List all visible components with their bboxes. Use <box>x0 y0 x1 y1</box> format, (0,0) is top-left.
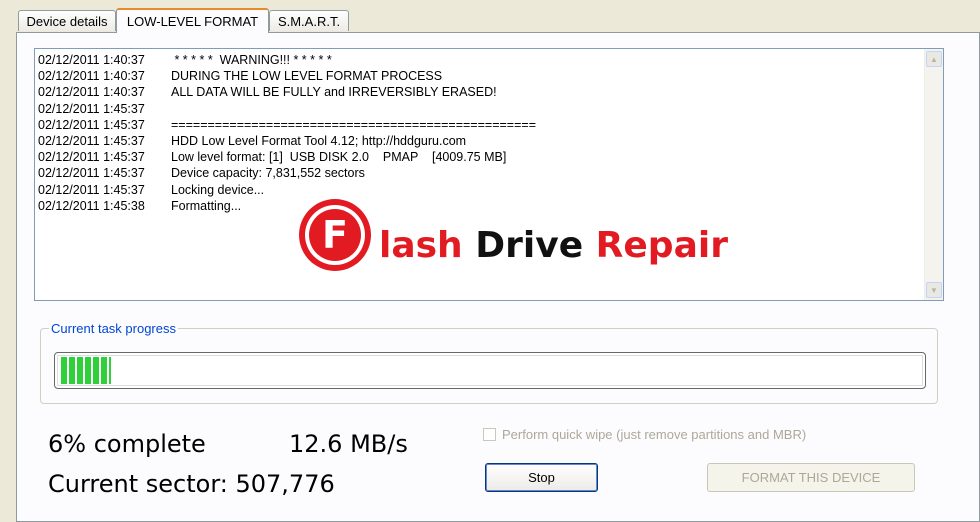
log-timestamp: 02/12/2011 1:45:38 <box>38 198 145 213</box>
chevron-up-icon: ▲ <box>930 54 938 64</box>
log-message: ALL DATA WILL BE FULLY and IRREVERSIBLY … <box>171 85 497 100</box>
log-line: 02/12/2011 1:45:37 <box>38 101 536 117</box>
scroll-down-button[interactable]: ▼ <box>926 282 942 298</box>
tab-device-details[interactable]: Device details <box>18 10 116 31</box>
quick-wipe-option[interactable]: Perform quick wipe (just remove partitio… <box>483 427 806 442</box>
format-device-button[interactable]: FORMAT THIS DEVICE <box>707 463 915 492</box>
tab-low-level-format[interactable]: LOW-LEVEL FORMAT <box>116 8 269 33</box>
percent-complete: 6% complete <box>48 430 206 458</box>
log-timestamp: 02/12/2011 1:45:37 <box>38 182 145 197</box>
log-message: DURING THE LOW LEVEL FORMAT PROCESS <box>171 69 443 84</box>
log-lines: 02/12/2011 1:40:37 * * * * * WARNING!!! … <box>38 52 536 214</box>
flash-logo-icon: F <box>299 199 371 271</box>
log-message: Formatting... <box>171 198 242 213</box>
log-line: 02/12/2011 1:40:37 * * * * * WARNING!!! … <box>38 52 536 68</box>
logo-part-repair: Repair <box>595 225 728 266</box>
log-line: 02/12/2011 1:45:37 ======================… <box>38 117 536 133</box>
log-line: 02/12/2011 1:40:37 ALL DATA WILL BE FULLY… <box>38 84 536 100</box>
log-line: 02/12/2011 1:45:37 HDD Low Level Format T… <box>38 133 536 149</box>
quick-wipe-label: Perform quick wipe (just remove partitio… <box>502 427 807 442</box>
logo-text: lash Drive Repair <box>379 225 728 266</box>
log-timestamp: 02/12/2011 1:40:37 <box>38 85 145 100</box>
log-timestamp: 02/12/2011 1:45:37 <box>38 150 145 165</box>
log-line: 02/12/2011 1:45:37 Low level format: [1] … <box>38 149 536 165</box>
log-message: HDD Low Level Format Tool 4.12; http://h… <box>171 134 467 149</box>
log-timestamp: 02/12/2011 1:40:37 <box>38 53 145 67</box>
quick-wipe-checkbox[interactable] <box>483 428 496 441</box>
log-timestamp: 02/12/2011 1:45:37 <box>38 101 145 116</box>
progress-fill <box>59 357 111 384</box>
logo-letter: F <box>322 213 348 257</box>
transfer-speed: 12.6 MB/s <box>289 430 408 458</box>
log-line: 02/12/2011 1:45:37 Device capacity: 7,831… <box>38 165 536 181</box>
progress-bar <box>54 352 926 389</box>
log-line: 02/12/2011 1:45:38 Formatting... <box>38 198 536 214</box>
scroll-up-button[interactable]: ▲ <box>926 51 942 67</box>
log-message: * * * * * WARNING!!! * * * * * <box>171 53 332 67</box>
log-message: ========================================… <box>171 117 536 132</box>
log-line: 02/12/2011 1:45:37 Locking device... <box>38 182 536 198</box>
log-message: Locking device... <box>171 182 265 197</box>
stop-button[interactable]: Stop <box>485 463 598 492</box>
tab-smart[interactable]: S.M.A.R.T. <box>269 10 349 31</box>
current-sector: Current sector: 507,776 <box>48 470 335 498</box>
log-line: 02/12/2011 1:40:37 DURING THE LOW LEVEL F… <box>38 68 536 84</box>
log-scrollbar[interactable]: ▲ ▼ <box>924 49 943 300</box>
logo-part-lash: lash <box>379 225 463 266</box>
log-timestamp: 02/12/2011 1:40:37 <box>38 69 145 84</box>
progress-group-label: Current task progress <box>49 321 178 336</box>
log-message: Device capacity: 7,831,552 sectors <box>171 166 365 181</box>
log-timestamp: 02/12/2011 1:45:37 <box>38 134 145 149</box>
chevron-down-icon: ▼ <box>930 285 938 295</box>
log-message: Low level format: [1] USB DISK 2.0 PMAP … <box>171 150 507 165</box>
log-timestamp: 02/12/2011 1:45:37 <box>38 117 145 132</box>
log-timestamp: 02/12/2011 1:45:37 <box>38 166 145 181</box>
logo-part-drive: Drive <box>475 225 584 266</box>
